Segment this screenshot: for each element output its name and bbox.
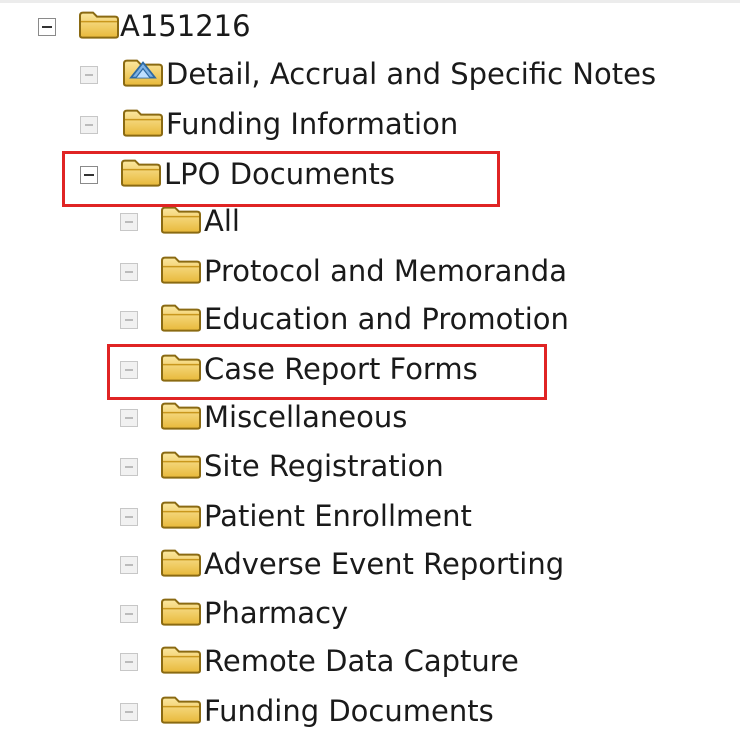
folder-icon [161,256,201,284]
top-border [0,0,740,3]
tree-node-label[interactable]: Patient Enrollment [204,501,472,531]
expand-toggle-icon[interactable] [120,263,138,281]
expand-toggle-icon[interactable] [120,556,138,574]
highlight-box-case-report-forms [107,344,547,400]
expand-toggle-icon[interactable] [120,458,138,476]
expand-toggle-icon[interactable] [80,116,98,134]
highlight-box-lpo-documents [62,151,500,207]
expand-toggle-icon[interactable] [120,703,138,721]
tree-node-adverse-event-reporting[interactable]: Adverse Event Reporting [0,543,740,587]
expand-toggle-icon[interactable] [120,311,138,329]
tree-node-remote-data-capture[interactable]: Remote Data Capture [0,640,740,684]
tree-node-label[interactable]: All [204,206,240,236]
folder-icon [161,451,201,479]
expand-toggle-icon[interactable] [80,66,98,84]
tree-node-label[interactable]: Miscellaneous [204,402,407,432]
folder-icon [161,402,201,430]
tree-node-label[interactable]: Education and Promotion [204,304,569,334]
tree-node-funding-information[interactable]: Funding Information [0,103,740,147]
collapse-toggle-icon[interactable] [38,18,56,36]
tree-node-label[interactable]: Protocol and Memoranda [204,256,567,286]
tree-node-miscellaneous[interactable]: Miscellaneous [0,396,740,440]
tree-node-root[interactable]: A151216 [0,5,740,49]
tree-node-detail-notes[interactable]: Detail, Accrual and Specific Notes [0,53,740,97]
folder-icon [79,11,119,39]
tree-node-funding-documents[interactable]: Funding Documents [0,690,740,734]
tree-node-label[interactable]: Remote Data Capture [204,646,519,676]
folder-icon [161,206,201,234]
tree-node-label[interactable]: Funding Information [166,109,458,139]
folder-icon [161,696,201,724]
tree-node-label[interactable]: Pharmacy [204,598,348,628]
tree-node-label[interactable]: A151216 [120,11,251,41]
folder-icon [161,304,201,332]
tree-node-label[interactable]: Funding Documents [204,696,494,726]
tree-node-pharmacy[interactable]: Pharmacy [0,592,740,636]
tree-node-label[interactable]: Adverse Event Reporting [204,549,564,579]
tree-node-patient-enrollment[interactable]: Patient Enrollment [0,495,740,539]
folder-icon [123,109,163,137]
expand-toggle-icon[interactable] [120,213,138,231]
tree-node-education-and-promotion[interactable]: Education and Promotion [0,298,740,342]
expand-toggle-icon[interactable] [120,508,138,526]
tree-node-label[interactable]: Site Registration [204,451,444,481]
notes-folder-icon [123,59,163,87]
tree-node-protocol-and-memoranda[interactable]: Protocol and Memoranda [0,250,740,294]
tree-node-site-registration[interactable]: Site Registration [0,445,740,489]
tree-node-label[interactable]: Detail, Accrual and Specific Notes [166,59,656,89]
expand-toggle-icon[interactable] [120,653,138,671]
folder-icon [161,549,201,577]
folder-icon [161,501,201,529]
expand-toggle-icon[interactable] [120,409,138,427]
expand-toggle-icon[interactable] [120,605,138,623]
folder-icon [161,598,201,626]
folder-icon [161,646,201,674]
